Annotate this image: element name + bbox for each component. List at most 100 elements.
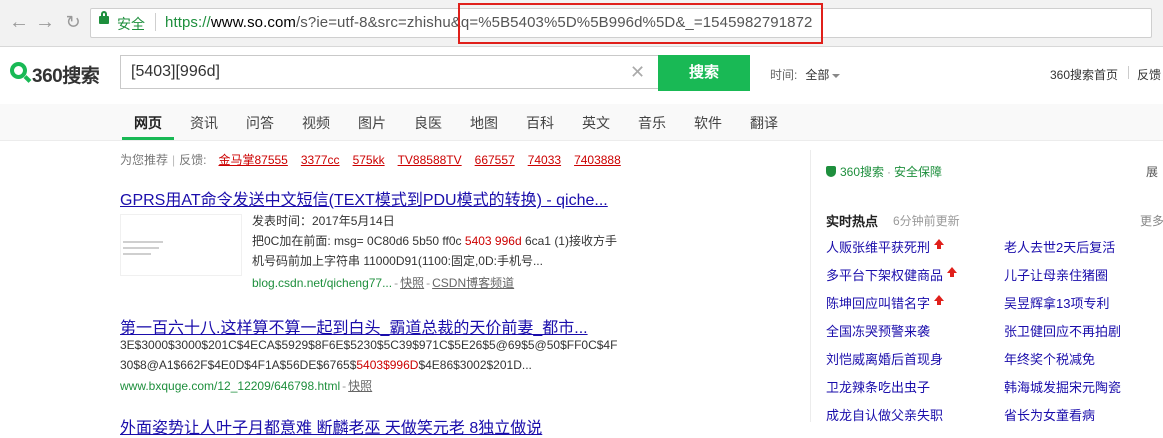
trending-up-icon <box>934 295 945 305</box>
hot-topic-item[interactable]: 成龙自认做父亲失职 <box>826 405 943 424</box>
hot-topic-text: 多平台下架权健商品 <box>826 268 944 283</box>
tab-translate[interactable]: 翻译 <box>750 113 778 133</box>
tab-web[interactable]: 网页 <box>134 113 162 133</box>
logo-text: 360搜索 <box>32 66 100 87</box>
recommend-bar: 为您推荐 | 反馈: 金马掌87555 3377cc 575kk TV88588TV 6675… <box>120 151 634 168</box>
result-title[interactable]: GPRS用AT命令发送中文短信(TEXT模式到PDU模式的转换) - qiche… <box>120 186 608 210</box>
forward-arrow-icon[interactable]: → <box>34 11 56 33</box>
recommend-separator: | <box>172 153 176 167</box>
tab-map[interactable]: 地图 <box>470 113 498 133</box>
hot-topic-item[interactable]: 吴昱辉拿13项专利 <box>1004 293 1109 312</box>
expand-link[interactable]: 展 <box>1146 163 1158 180</box>
tab-english[interactable]: 英文 <box>582 113 610 133</box>
recommend-label: 为您推荐 <box>120 153 169 167</box>
recommend-link[interactable]: 金马掌87555 <box>218 153 287 167</box>
secure-label: 安全 <box>117 16 145 32</box>
recommend-feedback[interactable]: 反馈: <box>179 153 206 167</box>
safety-text: 安全保障 <box>894 165 943 179</box>
result-thumbnail[interactable] <box>120 214 242 276</box>
result-url-row: www.bxquge.com/12_12209/646798.html - 快照 <box>120 379 373 393</box>
hot-topic-item[interactable]: 陈坤回应叫错名字 <box>826 293 945 312</box>
snippet-highlight: 5403 996d <box>464 234 522 248</box>
home-link[interactable]: 360搜索首页 <box>1050 66 1118 83</box>
recommend-link[interactable]: 575kk <box>353 153 385 167</box>
snippet-text: 把0C加在前面: msg= 0C80d6 5b50 ff0c <box>252 234 465 248</box>
active-tab-indicator <box>122 137 174 140</box>
hot-topic-item[interactable]: 张卫健回应不再拍剧 <box>1004 321 1121 340</box>
recommend-link[interactable]: 7403888 <box>574 153 621 167</box>
result-snippet-line: 30$8@A1$662F$4E0D$4F1A$56DE$6765$5403$99… <box>120 355 532 375</box>
snippet-text: 6ca1 (1)接收方手 <box>521 234 617 248</box>
search-button[interactable]: 搜索 <box>658 55 750 91</box>
url-protocol: https:// <box>165 14 211 31</box>
hot-topic-item[interactable]: 年终奖个税减免 <box>1004 349 1095 368</box>
more-link[interactable]: 更多 <box>1140 212 1163 229</box>
safety-brand: 360搜索 <box>840 165 885 179</box>
hot-topics-updated: 6分钟前更新 <box>893 214 960 228</box>
tab-images[interactable]: 图片 <box>358 113 386 133</box>
recommend-link[interactable]: 74033 <box>528 153 561 167</box>
hot-topic-item[interactable]: 卫龙辣条吃出虫子 <box>826 377 930 396</box>
url-divider <box>155 13 156 31</box>
result-date: 发表时间：2017年5月14日 <box>252 214 395 228</box>
logo-icon <box>10 62 27 79</box>
tab-news[interactable]: 资讯 <box>190 113 218 133</box>
trending-up-icon <box>947 267 958 277</box>
recommend-link[interactable]: 667557 <box>475 153 515 167</box>
result-url[interactable]: www.bxquge.com/12_12209/646798.html <box>120 379 340 393</box>
lock-icon <box>99 11 109 24</box>
feedback-link[interactable]: 反馈 <box>1137 66 1161 83</box>
trending-up-icon <box>934 239 945 249</box>
tab-music[interactable]: 音乐 <box>638 113 666 133</box>
tab-medical[interactable]: 良医 <box>414 113 442 133</box>
hot-topic-text: 陈坤回应叫错名字 <box>826 296 931 311</box>
hot-topic-item[interactable]: 韩海城发掘宋元陶瓷 <box>1004 377 1121 396</box>
hot-topic-item[interactable]: 儿子让母亲住猪圈 <box>1004 265 1108 284</box>
tab-encyclopedia[interactable]: 百科 <box>526 113 554 133</box>
hot-topic-item[interactable]: 省长为女童看病 <box>1004 405 1095 424</box>
snippet-highlight: 5403$996D <box>356 358 419 372</box>
result-snippet-line: 把0C加在前面: msg= 0C80d6 5b50 ff0c 5403 996d… <box>252 231 617 251</box>
highlight-annotation-box <box>458 3 823 44</box>
search-input[interactable] <box>120 55 658 89</box>
safety-badge[interactable]: 360搜索 · 安全保障 <box>826 163 942 180</box>
reload-icon[interactable]: ↻ <box>62 11 84 33</box>
caret-down-icon <box>832 73 841 78</box>
time-filter-label: 时间: <box>770 68 798 82</box>
result-url-row: blog.csdn.net/qicheng77... - 快照 - CSDN博客频道 <box>252 276 515 290</box>
shield-icon <box>826 166 836 177</box>
tab-video[interactable]: 视频 <box>302 113 330 133</box>
browser-toolbar: ← → ↻ 安全 https://www.so.com/s?ie=utf-8&s… <box>0 0 1163 47</box>
back-arrow-icon[interactable]: ← <box>8 11 30 33</box>
hot-topic-item[interactable]: 全国冻哭预警来袭 <box>826 321 930 340</box>
time-filter[interactable]: 时间: 全部 <box>770 66 841 83</box>
snippet-text: 30$8@A1$662F$4E0D$4F1A$56DE$6765$ <box>120 358 357 372</box>
tab-software[interactable]: 软件 <box>694 113 722 133</box>
hot-topic-item[interactable]: 多平台下架权健商品 <box>826 265 958 284</box>
source-link[interactable]: CSDN博客频道 <box>432 276 514 290</box>
hot-topic-item[interactable]: 刘恺威离婚后首现身 <box>826 349 943 368</box>
url-host: www.so.com <box>210 14 297 31</box>
snapshot-link[interactable]: 快照 <box>348 379 372 393</box>
tab-qa[interactable]: 问答 <box>246 113 274 133</box>
hot-topic-text: 人贩张维平获死刑 <box>826 240 931 255</box>
thumb-line <box>123 253 151 255</box>
snapshot-link[interactable]: 快照 <box>400 276 424 290</box>
result-snippet-line: 3E$3000$3000$201C$4ECA$5929$8F6E$5230$5C… <box>120 338 618 352</box>
recommend-link[interactable]: TV88588TV <box>398 153 462 167</box>
clear-icon[interactable]: ✕ <box>630 62 645 83</box>
sidebar-divider <box>810 150 811 422</box>
hot-topic-item[interactable]: 人贩张维平获死刑 <box>826 237 945 256</box>
recommend-link[interactable]: 3377cc <box>301 153 340 167</box>
safety-dot: · <box>887 165 892 179</box>
header-divider <box>1128 66 1129 79</box>
hot-topic-item[interactable]: 老人去世2天后复活 <box>1004 237 1115 256</box>
result-title[interactable]: 外面姿势让人叶子月都意难 断麟老巫 天做笑元老 8独立做说 <box>120 414 542 438</box>
result-snippet-line: 机号码前加上字符串 11000D91(1100:固定,0D:手机号... <box>252 254 543 268</box>
snippet-text: $4E86$3002$201D... <box>418 358 532 372</box>
result-url[interactable]: blog.csdn.net/qicheng77... <box>252 276 392 290</box>
tab-bar: 网页 资讯 问答 视频 图片 良医 地图 百科 英文 音乐 软件 翻译 <box>0 104 1163 141</box>
time-filter-value: 全部 <box>805 68 830 82</box>
thumb-line <box>123 247 159 249</box>
thumb-line <box>123 241 163 243</box>
